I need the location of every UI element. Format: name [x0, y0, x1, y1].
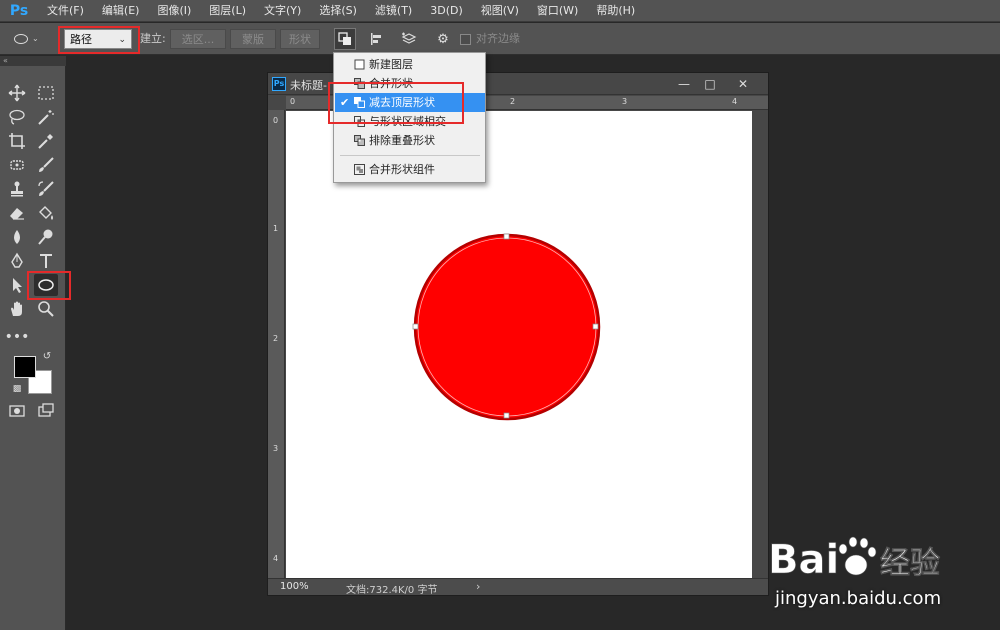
- chevron-right-icon[interactable]: ›: [476, 580, 480, 593]
- photoshop-doc-icon: Ps: [272, 77, 286, 91]
- menu-edit[interactable]: 编辑(E): [93, 0, 149, 22]
- zoom-level[interactable]: 100%: [280, 581, 309, 592]
- hand-tool-icon[interactable]: [5, 298, 29, 320]
- dodge-tool-icon[interactable]: [34, 226, 58, 248]
- eraser-tool-icon[interactable]: [5, 202, 29, 224]
- ruler-label: 2: [273, 334, 279, 343]
- vertical-ruler[interactable]: 0 1 2 3 4: [268, 110, 285, 580]
- menu-select[interactable]: 选择(S): [310, 0, 366, 22]
- watermark-url: jingyan.baidu.com: [775, 588, 942, 609]
- menu-item-new-layer[interactable]: 新建图层: [335, 55, 485, 74]
- tool-preset-picker[interactable]: ⌄: [14, 29, 50, 49]
- build-label: 建立:: [140, 32, 166, 45]
- align-edges-checkbox[interactable]: [460, 34, 471, 45]
- history-brush-tool-icon[interactable]: [34, 178, 58, 200]
- new-layer-icon: [354, 59, 365, 70]
- clone-stamp-tool-icon[interactable]: [5, 178, 29, 200]
- minimize-icon[interactable]: —: [673, 75, 695, 93]
- menu-layer[interactable]: 图层(L): [200, 0, 255, 22]
- chevron-down-icon: ⌄: [32, 34, 39, 43]
- menu-item-merge-components[interactable]: 合并形状组件: [335, 160, 485, 179]
- default-colors-icon[interactable]: ▩: [10, 382, 24, 396]
- gear-icon[interactable]: ⚙: [432, 28, 454, 50]
- path-operations-icon: [338, 32, 351, 45]
- menu-item-exclude-overlap[interactable]: 排除重叠形状: [335, 131, 485, 150]
- menu-file[interactable]: 文件(F): [38, 0, 93, 22]
- brush-tool-icon[interactable]: [34, 154, 58, 176]
- ruler-label: 0: [290, 97, 296, 106]
- quick-mask-icon[interactable]: [5, 400, 29, 422]
- make-shape-button[interactable]: 形状: [280, 29, 320, 49]
- document-info: 文档:732.4K/0 字节: [346, 585, 438, 596]
- align-edges-label: 对齐边缘: [476, 32, 520, 45]
- foreground-color-swatch[interactable]: [14, 356, 36, 378]
- document-title: 未标题-: [290, 79, 327, 92]
- path-arrangement-button[interactable]: [398, 28, 420, 50]
- annotation-highlight-ellipse-tool: [27, 271, 71, 300]
- move-tool-icon[interactable]: [5, 82, 29, 104]
- ellipse-preset-icon: [14, 34, 28, 44]
- paint-bucket-tool-icon[interactable]: [34, 202, 58, 224]
- blur-tool-icon[interactable]: [5, 226, 29, 248]
- menu-3d[interactable]: 3D(D): [421, 0, 472, 22]
- menu-type[interactable]: 文字(Y): [255, 0, 310, 22]
- eyedropper-tool-icon[interactable]: [34, 130, 58, 152]
- tools-panel: ••• ↺ ▩: [0, 66, 71, 630]
- document-status-bar: 100% 文档:732.4K/0 字节 ›: [268, 578, 768, 596]
- tools-panel-header[interactable]: «: [0, 56, 66, 66]
- menu-separator: [340, 155, 480, 156]
- menu-image[interactable]: 图像(I): [148, 0, 200, 22]
- ruler-label: 4: [273, 554, 279, 563]
- maximize-icon[interactable]: □: [699, 75, 721, 93]
- zoom-tool-icon[interactable]: [34, 298, 58, 320]
- menu-view[interactable]: 视图(V): [472, 0, 528, 22]
- options-bar: ⌄ 路径 ⌄ 建立: 选区... 蒙版 形状 ⚙ 对齐边缘: [0, 23, 1000, 55]
- menu-bar: Ps 文件(F) 编辑(E) 图像(I) 图层(L) 文字(Y) 选择(S) 滤…: [0, 0, 1000, 22]
- path-anchor-point[interactable]: [503, 412, 510, 419]
- path-anchor-point[interactable]: [503, 233, 510, 240]
- arrange-layers-icon: [401, 32, 417, 44]
- pen-tool-icon[interactable]: [5, 250, 29, 272]
- make-mask-button[interactable]: 蒙版: [230, 29, 276, 49]
- path-anchor-point[interactable]: [412, 323, 419, 330]
- path-anchor-point[interactable]: [592, 323, 599, 330]
- menu-item-label: 新建图层: [369, 58, 413, 71]
- merge-components-icon: [354, 164, 365, 175]
- path-selection-tool-icon[interactable]: [5, 274, 29, 296]
- ruler-label: 1: [273, 224, 279, 233]
- screen-mode-icon[interactable]: [34, 400, 58, 422]
- marquee-tool-icon[interactable]: [34, 82, 58, 104]
- menu-item-label: 合并形状组件: [369, 163, 435, 176]
- menu-item-label: 排除重叠形状: [369, 134, 435, 147]
- annotation-highlight-subtract: [328, 82, 464, 124]
- more-tools-icon[interactable]: •••: [5, 326, 30, 348]
- photoshop-logo: Ps: [9, 2, 29, 19]
- close-icon[interactable]: ✕: [732, 75, 754, 93]
- ruler-label: 4: [732, 97, 738, 106]
- annotation-highlight-mode: [58, 26, 140, 54]
- menu-window[interactable]: 窗口(W): [528, 0, 587, 22]
- path-operations-button[interactable]: [334, 28, 356, 50]
- type-tool-icon[interactable]: [34, 250, 58, 272]
- menu-help[interactable]: 帮助(H): [587, 0, 644, 22]
- swap-colors-icon[interactable]: ↺: [40, 349, 54, 363]
- make-selection-button[interactable]: 选区...: [170, 29, 226, 49]
- lasso-tool-icon[interactable]: [5, 106, 29, 128]
- ruler-label: 2: [510, 97, 516, 106]
- healing-brush-tool-icon[interactable]: [5, 154, 29, 176]
- path-alignment-button[interactable]: [366, 28, 388, 50]
- crop-tool-icon[interactable]: [5, 130, 29, 152]
- menu-filter[interactable]: 滤镜(T): [366, 0, 421, 22]
- watermark-brand: Bai: [768, 537, 839, 583]
- ruler-label: 3: [622, 97, 628, 106]
- align-left-icon: [371, 33, 381, 45]
- ruler-label: 3: [273, 444, 279, 453]
- exclude-overlap-icon: [354, 135, 365, 146]
- magic-wand-tool-icon[interactable]: [34, 106, 58, 128]
- baidu-logo: Bai du 经验: [768, 536, 940, 583]
- ruler-label: 0: [273, 116, 279, 125]
- baidu-jingyan-watermark: Bai du 经验: [768, 527, 998, 587]
- watermark-brand-cn: 经验: [880, 546, 940, 581]
- red-ellipse-shape[interactable]: [413, 233, 601, 421]
